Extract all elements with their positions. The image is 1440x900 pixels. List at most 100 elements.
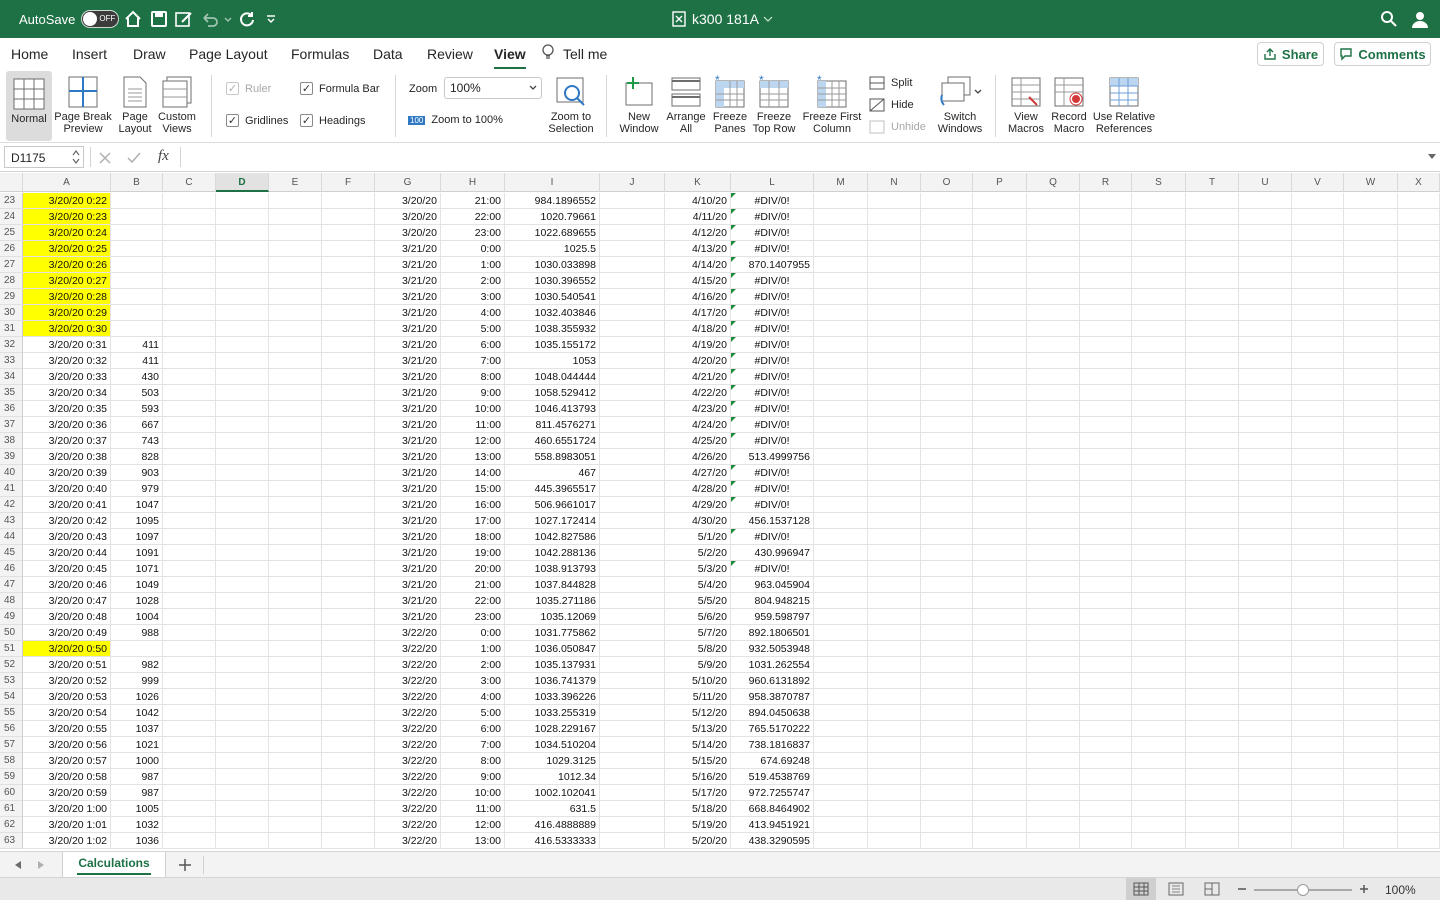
cell-u[interactable] — [1239, 593, 1292, 609]
cell-x[interactable] — [1398, 833, 1440, 849]
cell-n[interactable] — [868, 817, 921, 833]
cell-b[interactable]: 1097 — [111, 529, 163, 545]
autosave[interactable]: AutoSave OFF — [19, 0, 120, 38]
cell-s[interactable] — [1132, 705, 1186, 721]
cell-w[interactable] — [1344, 673, 1398, 689]
cell-u[interactable] — [1239, 529, 1292, 545]
cell-j[interactable] — [600, 193, 665, 209]
scroll-left-icon[interactable] — [13, 860, 23, 870]
cell-d[interactable] — [216, 593, 269, 609]
cell-r[interactable] — [1080, 257, 1132, 273]
cell-x[interactable] — [1398, 689, 1440, 705]
cell-w[interactable] — [1344, 337, 1398, 353]
cell-j[interactable] — [600, 545, 665, 561]
column-header-h[interactable]: H — [441, 173, 505, 192]
cell-s[interactable] — [1132, 609, 1186, 625]
cell-r[interactable] — [1080, 657, 1132, 673]
expand-formula-bar-icon[interactable] — [1427, 153, 1437, 161]
cell-i[interactable]: 1032.403846 — [505, 305, 600, 321]
cell-l[interactable]: 958.3870787 — [731, 689, 814, 705]
cell-n[interactable] — [868, 225, 921, 241]
cell-g[interactable]: 3/21/20 — [375, 273, 441, 289]
cell-g[interactable]: 3/21/20 — [375, 609, 441, 625]
cell-s[interactable] — [1132, 625, 1186, 641]
tell-me-search[interactable]: Tell me — [563, 46, 607, 62]
cell-b[interactable] — [111, 209, 163, 225]
cell-o[interactable] — [921, 625, 973, 641]
cell-j[interactable] — [600, 657, 665, 673]
cell-q[interactable] — [1027, 497, 1080, 513]
cell-w[interactable] — [1344, 465, 1398, 481]
cell-i[interactable]: 1027.172414 — [505, 513, 600, 529]
cell-e[interactable] — [269, 289, 322, 305]
cell-o[interactable] — [921, 353, 973, 369]
cell-s[interactable] — [1132, 801, 1186, 817]
cell-m[interactable] — [814, 257, 868, 273]
cell-k[interactable]: 5/13/20 — [665, 721, 731, 737]
cell-v[interactable] — [1292, 209, 1344, 225]
cell-n[interactable] — [868, 609, 921, 625]
cell-d[interactable] — [216, 545, 269, 561]
cell-k[interactable]: 4/17/20 — [665, 305, 731, 321]
cell-h[interactable]: 1:00 — [441, 257, 505, 273]
cell-x[interactable] — [1398, 209, 1440, 225]
cell-q[interactable] — [1027, 225, 1080, 241]
cell-v[interactable] — [1292, 257, 1344, 273]
redo-icon[interactable] — [238, 10, 256, 28]
cell-g[interactable]: 3/21/20 — [375, 417, 441, 433]
cancel-icon[interactable] — [99, 152, 111, 164]
row-header[interactable]: 45 — [0, 545, 23, 561]
cell-u[interactable] — [1239, 225, 1292, 241]
cell-h[interactable]: 11:00 — [441, 801, 505, 817]
cell-x[interactable] — [1398, 545, 1440, 561]
cell-l[interactable]: #DIV/0! — [731, 433, 814, 449]
column-header-w[interactable]: W — [1344, 173, 1398, 192]
cell-s[interactable] — [1132, 721, 1186, 737]
cell-b[interactable]: 411 — [111, 337, 163, 353]
cell-e[interactable] — [269, 481, 322, 497]
cell-s[interactable] — [1132, 753, 1186, 769]
cell-o[interactable] — [921, 529, 973, 545]
cell-t[interactable] — [1186, 817, 1239, 833]
cell-i[interactable]: 1035.271186 — [505, 593, 600, 609]
cell-b[interactable]: 411 — [111, 353, 163, 369]
cell-k[interactable]: 5/7/20 — [665, 625, 731, 641]
cell-v[interactable] — [1292, 321, 1344, 337]
cell-i[interactable]: 1037.844828 — [505, 577, 600, 593]
cell-t[interactable] — [1186, 625, 1239, 641]
page-break-view-icon[interactable] — [1204, 882, 1220, 896]
cell-d[interactable] — [216, 209, 269, 225]
cell-a[interactable]: 3/20/20 0:59 — [23, 785, 111, 801]
cell-m[interactable] — [814, 481, 868, 497]
cell-u[interactable] — [1239, 801, 1292, 817]
cell-u[interactable] — [1239, 241, 1292, 257]
cell-v[interactable] — [1292, 641, 1344, 657]
zoom-100-button[interactable]: 100 Zoom to 100% — [408, 114, 503, 126]
cell-s[interactable] — [1132, 529, 1186, 545]
cell-c[interactable] — [163, 513, 216, 529]
cell-v[interactable] — [1292, 769, 1344, 785]
cell-b[interactable] — [111, 257, 163, 273]
cell-l[interactable]: #DIV/0! — [731, 305, 814, 321]
cell-s[interactable] — [1132, 465, 1186, 481]
cell-h[interactable]: 3:00 — [441, 289, 505, 305]
cell-k[interactable]: 4/26/20 — [665, 449, 731, 465]
cell-b[interactable]: 1000 — [111, 753, 163, 769]
cell-a[interactable]: 3/20/20 0:47 — [23, 593, 111, 609]
column-header-q[interactable]: Q — [1027, 173, 1080, 192]
cell-g[interactable]: 3/21/20 — [375, 577, 441, 593]
cell-o[interactable] — [921, 209, 973, 225]
cell-w[interactable] — [1344, 609, 1398, 625]
cell-a[interactable]: 3/20/20 0:41 — [23, 497, 111, 513]
cell-i[interactable]: 1030.540541 — [505, 289, 600, 305]
cell-c[interactable] — [163, 705, 216, 721]
document-title[interactable]: k300 181A — [672, 0, 773, 38]
cell-g[interactable]: 3/20/20 — [375, 225, 441, 241]
cell-m[interactable] — [814, 433, 868, 449]
cell-v[interactable] — [1292, 529, 1344, 545]
cell-o[interactable] — [921, 513, 973, 529]
cell-t[interactable] — [1186, 225, 1239, 241]
cell-x[interactable] — [1398, 337, 1440, 353]
cell-u[interactable] — [1239, 385, 1292, 401]
cell-l[interactable]: 513.4999756 — [731, 449, 814, 465]
